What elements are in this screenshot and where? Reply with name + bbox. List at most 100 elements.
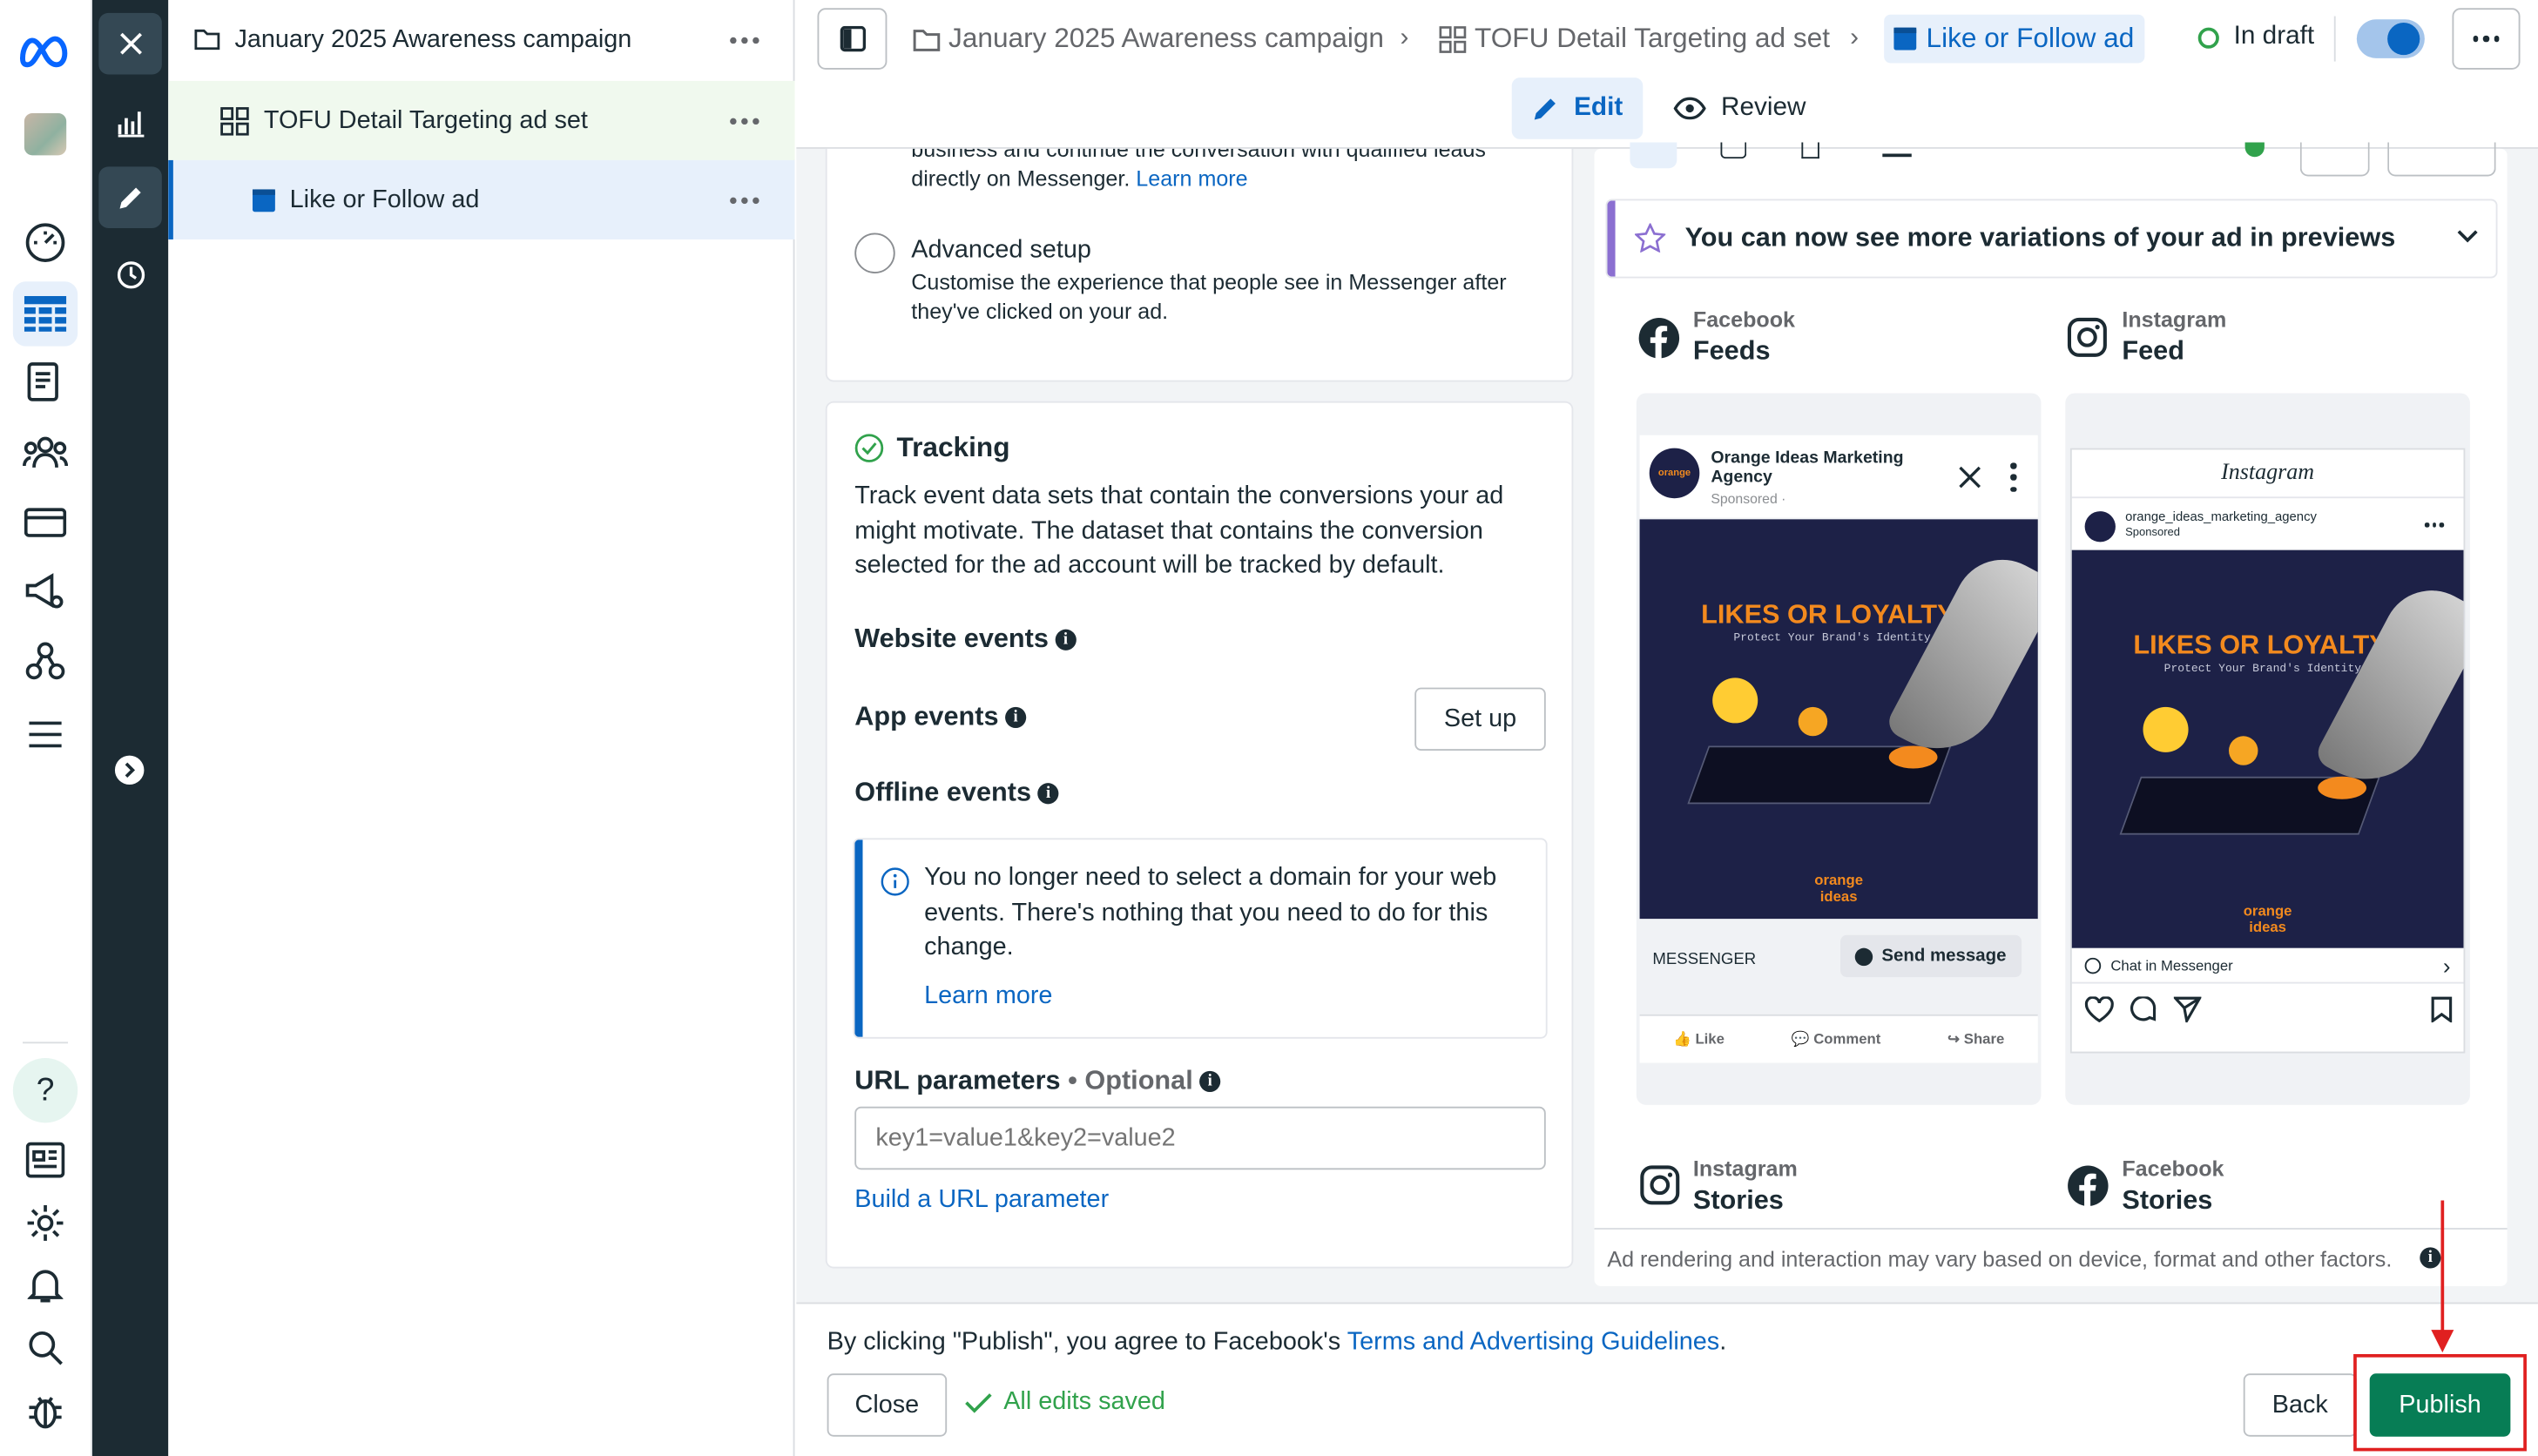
bookmark-icon[interactable]: [2431, 996, 2453, 1023]
pointing-hand-image: [2312, 573, 2464, 802]
search-icon[interactable]: [13, 1315, 78, 1379]
tree-item-campaign[interactable]: January 2025 Awareness campaign: [168, 0, 794, 79]
terms-link[interactable]: Terms and Advertising Guidelines: [1347, 1328, 1720, 1356]
more-options-icon[interactable]: [2010, 462, 2016, 492]
placement-name: Stories: [1692, 1185, 1784, 1216]
instagram-feed-preview[interactable]: Instagram orange_ideas_marketing_agency …: [2065, 393, 2470, 1105]
tree-campaign-label: January 2025 Awareness campaign: [234, 24, 632, 53]
preview-share-button[interactable]: [2299, 142, 2370, 177]
ad-preview-panel: You can now see more variations of your …: [1589, 142, 2538, 1303]
preview-card: You can now see more variations of your …: [1594, 142, 2508, 1286]
ig-cta-bar[interactable]: Chat in Messenger ›: [2071, 948, 2464, 984]
ad-icon: [1893, 27, 1917, 51]
like-button[interactable]: 👍 Like: [1673, 1030, 1725, 1048]
tree-item-ad[interactable]: Like or Follow ad: [168, 159, 795, 239]
tab-edit-label: Edit: [1574, 93, 1623, 122]
back-button[interactable]: Back: [2243, 1373, 2357, 1437]
breadcrumb-campaign[interactable]: January 2025 Awareness campaign: [913, 17, 1384, 62]
reports-icon[interactable]: [13, 1128, 78, 1192]
info-icon[interactable]: i: [1199, 1071, 1221, 1093]
placement-name: Feeds: [1692, 336, 1771, 366]
share-button[interactable]: ↪ Share: [1947, 1030, 2004, 1048]
more-options-icon[interactable]: [730, 117, 759, 125]
audiences-icon[interactable]: [13, 421, 78, 485]
campaign-tree: January 2025 Awareness campaign TOFU Det…: [168, 0, 795, 1456]
meta-logo[interactable]: [17, 32, 71, 68]
global-nav-rail: ?: [0, 0, 92, 1456]
info-icon[interactable]: i: [1004, 707, 1027, 729]
megaphone-icon[interactable]: [13, 560, 78, 624]
facebook-icon: [2068, 1165, 2109, 1207]
info-icon[interactable]: i: [1037, 783, 1059, 805]
placement-name: Feed: [2122, 336, 2184, 366]
ads-manager-table-icon[interactable]: [12, 281, 78, 347]
send-message-button[interactable]: Send message: [1840, 934, 2022, 978]
advanced-setup-description: Customise the experience that people see…: [911, 270, 1507, 324]
fb-post-header: orange Orange Ideas Marketing Agency Spo…: [1639, 435, 2038, 518]
instagram-icon: [2067, 317, 2107, 357]
app-events-label: App events i: [854, 702, 1027, 732]
preview-format-icon[interactable]: [1720, 142, 1747, 159]
preview-format-icon[interactable]: [1801, 142, 1819, 159]
comment-icon[interactable]: [2130, 996, 2158, 1024]
close-icon[interactable]: [1959, 466, 1981, 489]
preview-format-feed-icon[interactable]: [1630, 142, 1677, 169]
ad-brand-logo: orange ideas: [1814, 872, 1864, 905]
tab-edit[interactable]: Edit: [1511, 78, 1644, 139]
notice-learn-more-link[interactable]: Learn more: [924, 982, 1052, 1011]
heart-icon[interactable]: [2084, 996, 2114, 1023]
settings-gear-icon[interactable]: [13, 1190, 78, 1255]
ig-avatar: [2084, 511, 2116, 543]
help-icon[interactable]: ?: [12, 1058, 78, 1123]
ig-account-name: orange_ideas_marketing_agency: [2125, 509, 2317, 524]
breadcrumb-adset-label: TOFU Detail Targeting ad set: [1475, 23, 1830, 54]
more-options-icon[interactable]: [730, 196, 759, 204]
ad-tagline: Protect Your Brand's Identity: [2163, 663, 2362, 677]
events-manager-icon[interactable]: [13, 630, 78, 694]
chart-icon[interactable]: [98, 92, 161, 154]
comment-button[interactable]: 💬 Comment: [1792, 1030, 1881, 1048]
preview-variations-banner[interactable]: You can now see more variations of your …: [1607, 200, 2496, 277]
tree-item-adset[interactable]: TOFU Detail Targeting ad set: [168, 80, 795, 160]
advanced-setup-radio[interactable]: [854, 233, 895, 273]
build-url-parameter-link[interactable]: Build a URL parameter: [854, 1186, 1109, 1215]
campaign-on-off-toggle[interactable]: [2356, 19, 2425, 58]
editor-side-toolbar: [91, 0, 169, 1456]
publish-agreement-text: By clicking "Publish", you agree to Face…: [827, 1328, 1727, 1356]
url-parameters-input[interactable]: [854, 1106, 1546, 1170]
facebook-feed-preview[interactable]: orange Orange Ideas Marketing Agency Spo…: [1636, 393, 2042, 1105]
account-avatar[interactable]: [24, 113, 67, 156]
close-button[interactable]: Close: [827, 1373, 948, 1437]
billing-card-icon[interactable]: [13, 490, 78, 555]
more-options-icon[interactable]: [2424, 522, 2444, 527]
expand-chevron-icon[interactable]: [114, 755, 145, 785]
close-icon[interactable]: [98, 12, 162, 75]
history-clock-icon[interactable]: [98, 245, 161, 307]
info-icon[interactable]: i: [1055, 629, 1077, 651]
all-tools-menu-icon[interactable]: [13, 702, 78, 766]
draft-status-icon: [2197, 27, 2219, 49]
learn-more-link[interactable]: Learn more: [1136, 166, 1247, 191]
tracking-title: Tracking: [896, 432, 1010, 463]
publish-button[interactable]: Publish: [2369, 1373, 2511, 1437]
more-options-icon[interactable]: [730, 36, 759, 44]
more-actions-button[interactable]: [2452, 8, 2521, 70]
tab-review[interactable]: Review: [1667, 78, 1812, 139]
edit-pencil-icon[interactable]: [98, 166, 162, 228]
set-up-button[interactable]: Set up: [1414, 687, 1546, 752]
pages-icon[interactable]: [13, 349, 78, 414]
dashboard-icon[interactable]: [13, 211, 78, 275]
fb-reaction-bar: 👍 Like 💬 Comment ↪ Share: [1639, 1014, 2038, 1063]
send-icon[interactable]: [2173, 996, 2202, 1023]
toggle-panel-button[interactable]: [817, 8, 888, 70]
chevron-down-icon: [2457, 230, 2478, 243]
preview-expand-button[interactable]: [2387, 142, 2496, 177]
bug-report-icon[interactable]: [13, 1378, 78, 1443]
placement-name: Stories: [2122, 1185, 2213, 1216]
breadcrumb-adset[interactable]: TOFU Detail Targeting ad set: [1439, 17, 1830, 62]
breadcrumb-ad[interactable]: Like or Follow ad: [1884, 14, 2144, 64]
preview-format-icon[interactable]: [1882, 153, 1912, 158]
notifications-bell-icon[interactable]: [13, 1254, 78, 1318]
ig-post: Instagram orange_ideas_marketing_agency …: [2071, 449, 2464, 1052]
ad-brand-logo: orange ideas: [2243, 902, 2292, 935]
